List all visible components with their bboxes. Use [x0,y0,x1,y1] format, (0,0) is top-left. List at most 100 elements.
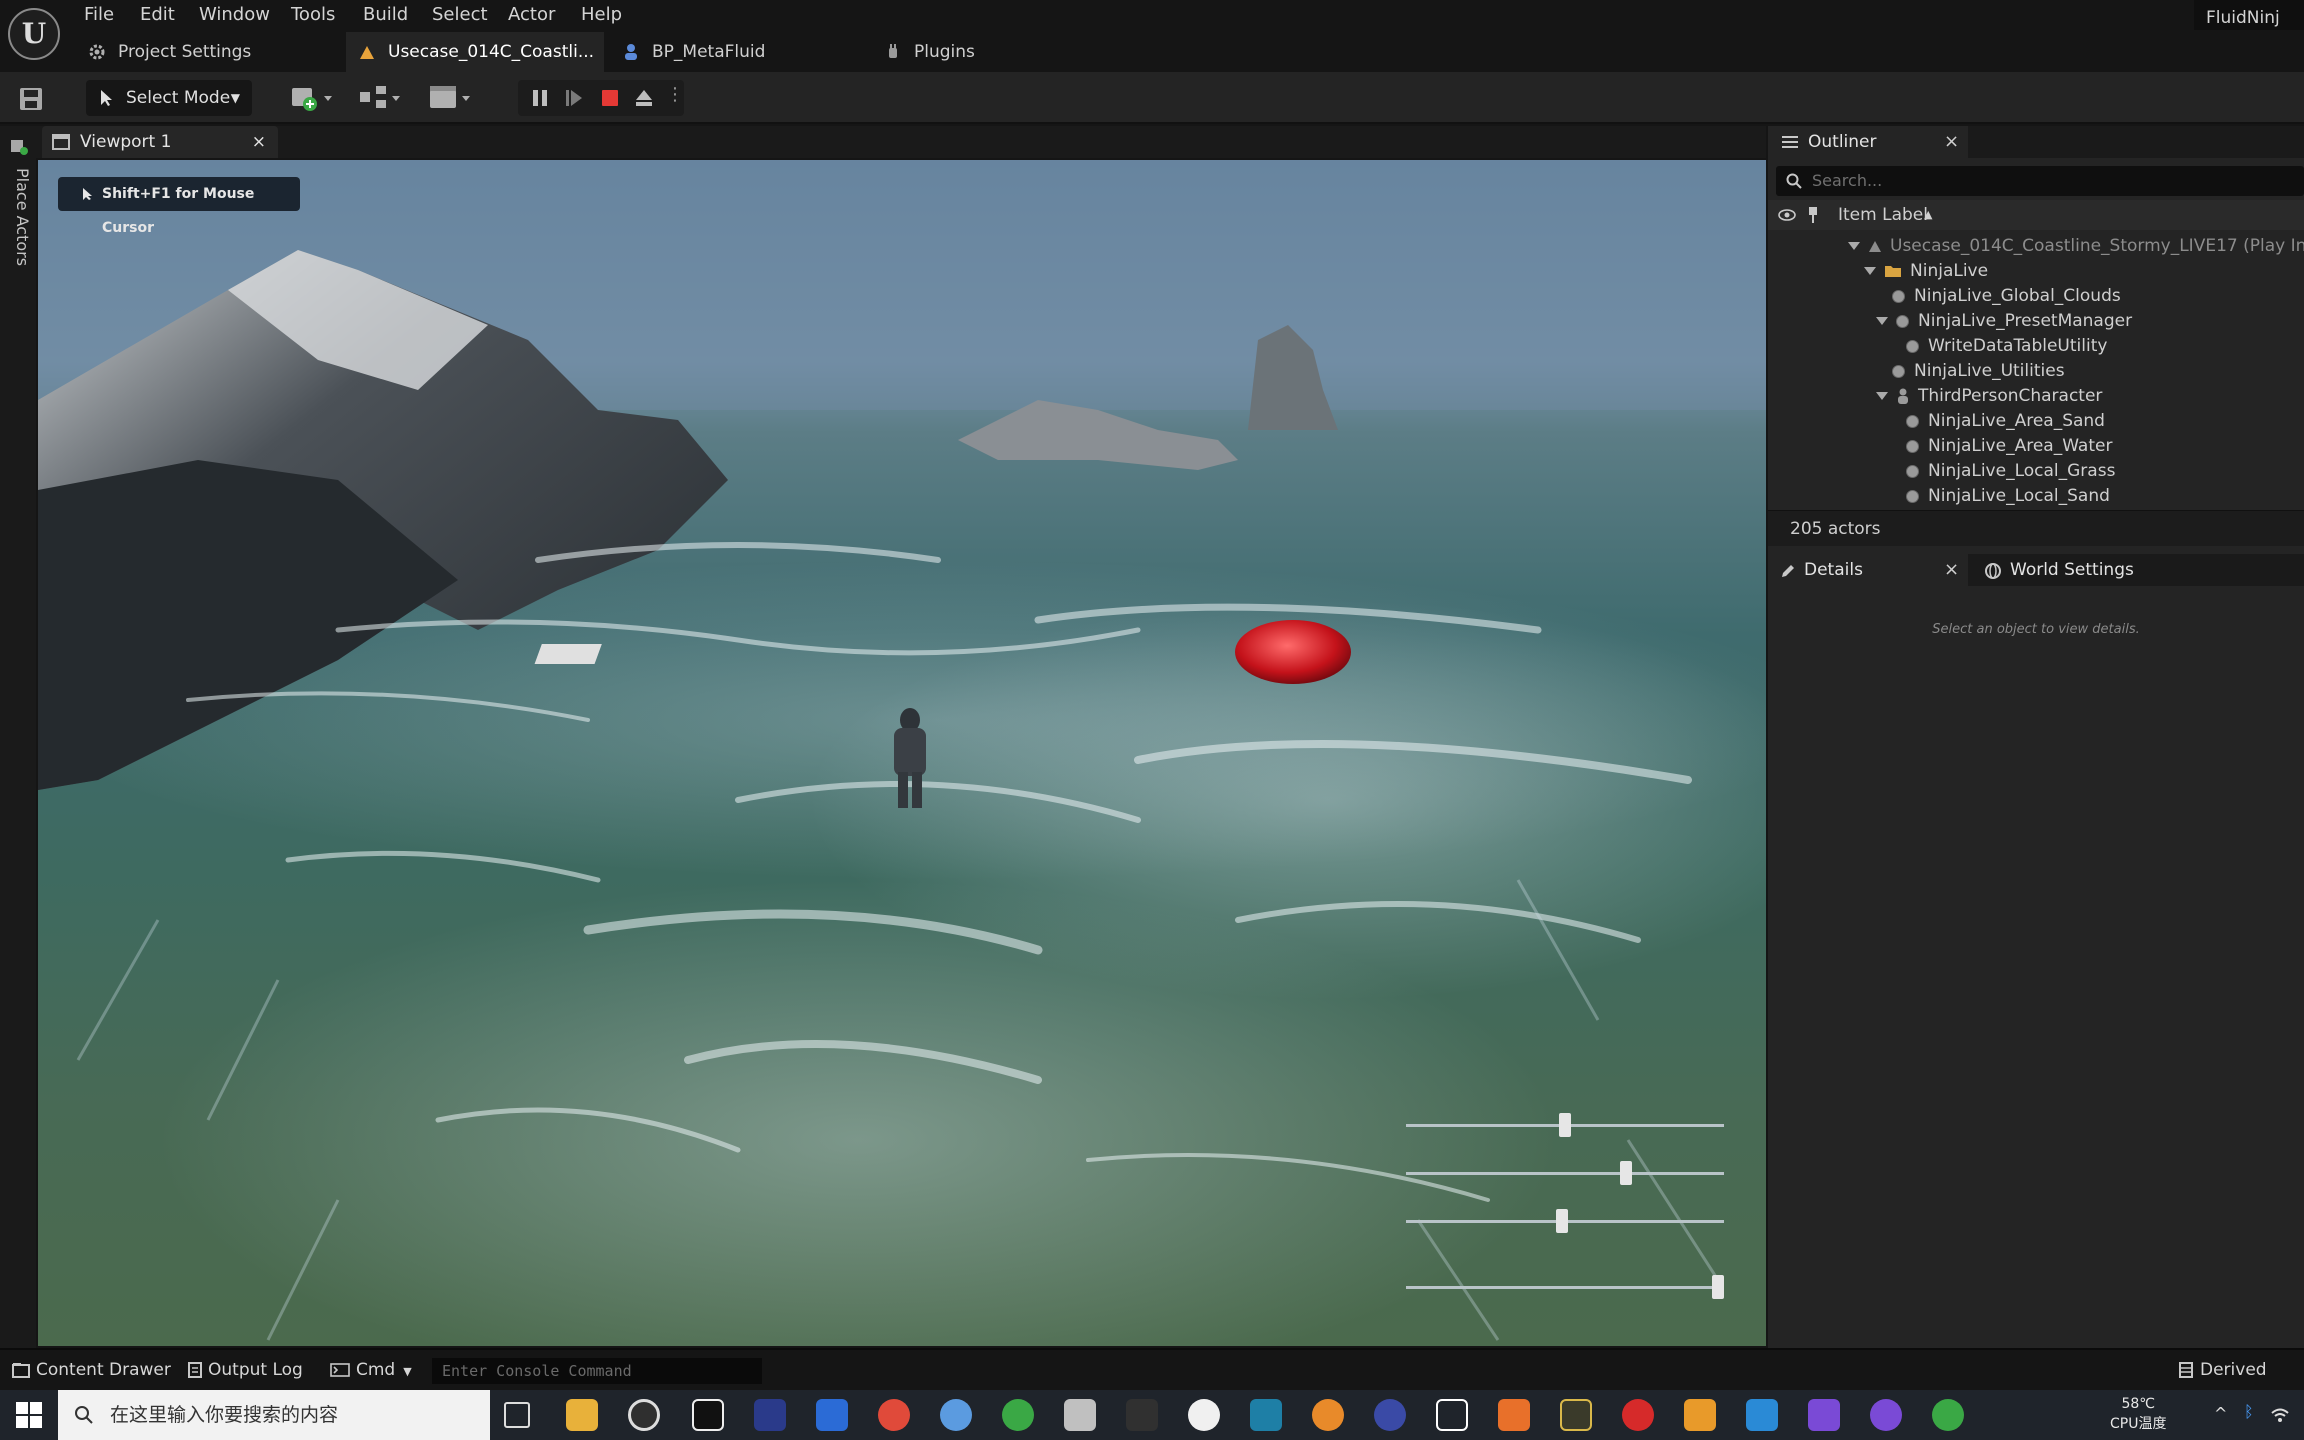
derived-data-button[interactable]: Derived Data [2178,1350,2304,1420]
wechat-icon[interactable] [1002,1399,1034,1431]
tree-item-level[interactable]: Usecase_014C_Coastline_Stormy_LIVE17 (Pl… [1848,234,2304,259]
chevron-down-icon[interactable] [1876,317,1888,325]
app-icon[interactable] [940,1399,972,1431]
file-explorer-icon[interactable] [566,1399,598,1431]
outliner-search-input[interactable]: Search... [1776,166,2304,196]
vscode-icon[interactable] [1746,1399,1778,1431]
menu-build[interactable]: Build [363,4,408,25]
chrome-icon[interactable] [1932,1399,1964,1431]
pin-icon[interactable] [1806,206,1820,224]
plug-icon [889,44,897,58]
tree-item[interactable]: WriteDataTableUtility [1906,334,2107,359]
tree-item[interactable]: NinjaLive_Utilities [1892,359,2065,384]
menu-file[interactable]: File [84,4,114,25]
github-icon[interactable] [1870,1399,1902,1431]
daz-studio-icon[interactable] [1560,1399,1592,1431]
cinema4d-icon[interactable] [1374,1399,1406,1431]
tree-item[interactable]: NinjaLive_PresetManager [1876,309,2132,334]
mouse-cursor-hint[interactable]: Shift+F1 for Mouse Cursor [58,177,300,236]
menu-edit[interactable]: Edit [140,4,175,25]
select-mode-dropdown[interactable]: Select Mode ▼ [86,80,252,116]
unity-icon[interactable] [1064,1399,1096,1431]
app-icon[interactable] [1436,1399,1468,1431]
app-icon[interactable] [1684,1399,1716,1431]
cinematics-icon[interactable] [428,84,476,112]
tree-item[interactable]: NinjaLive_Global_Clouds [1892,284,2121,309]
substance-icon[interactable] [1622,1399,1654,1431]
tree-item[interactable]: ThirdPersonCharacter [1876,384,2102,409]
chrome-icon[interactable] [878,1399,910,1431]
stop-icon[interactable] [600,88,620,108]
place-actors-tab[interactable]: Place Actors [13,168,32,266]
bluetooth-icon[interactable]: ᛒ [2244,1402,2254,1421]
pause-icon[interactable] [530,88,550,108]
tab-world-settings[interactable]: World Settings [1980,554,2180,586]
menu-window[interactable]: Window [199,4,270,25]
outliner-column-header[interactable]: Item Label ▲ [1768,200,2304,230]
tab-project-settings[interactable]: Project Settings [88,32,338,72]
terminal-icon [330,1363,350,1377]
content-drawer-button[interactable]: Content Drawer [12,1350,171,1390]
close-icon[interactable]: × [252,126,266,158]
slider-thumb[interactable] [1559,1113,1571,1137]
slider-thumb[interactable] [1620,1161,1633,1185]
3dsmax-icon[interactable] [1250,1399,1282,1431]
powershell-icon[interactable] [816,1399,848,1431]
slider-thumb[interactable] [1555,1209,1568,1233]
task-view-icon[interactable] [504,1402,530,1428]
unreal-engine-icon[interactable] [1188,1399,1220,1431]
tab-viewport-1[interactable]: Viewport 1 × [42,126,278,158]
blender-icon[interactable] [1312,1399,1344,1431]
slider-4[interactable] [1406,1275,1724,1299]
tree-item-folder[interactable]: NinjaLive [1864,259,1988,284]
save-icon[interactable] [18,86,44,112]
cursor-icon [83,188,92,200]
screen-recorder-icon[interactable] [628,1399,660,1431]
tab-details[interactable]: Details [1768,554,1968,586]
chevron-down-icon[interactable] [1876,392,1888,400]
place-actors-icon[interactable] [9,136,29,156]
eject-icon[interactable] [634,88,654,108]
slider-3[interactable] [1406,1209,1724,1233]
close-icon[interactable]: × [1944,126,1959,158]
epic-games-icon[interactable] [1126,1399,1158,1431]
app-icon[interactable] [754,1399,786,1431]
capcut-icon[interactable] [692,1399,724,1431]
play-controls: ⋮ [518,80,684,116]
menu-actor[interactable]: Actor [508,4,555,25]
output-log-button[interactable]: Output Log [188,1350,303,1390]
add-actor-icon[interactable] [290,84,338,112]
tab-level[interactable]: Usecase_014C_Coastli... [346,32,604,72]
slider-thumb[interactable] [1712,1275,1724,1299]
wifi-icon[interactable] [2270,1406,2290,1424]
tab-bp-metafluid[interactable]: BP_MetaFluid [622,32,842,72]
unreal-logo[interactable]: U [8,8,60,60]
chevron-down-icon[interactable] [1848,242,1860,250]
menu-tools[interactable]: Tools [291,4,335,25]
tab-plugins[interactable]: Plugins [884,32,1064,72]
tree-item[interactable]: NinjaLive_Local_Sand [1906,484,2110,509]
chevron-up-icon[interactable]: ^ [2214,1404,2227,1423]
houdini-icon[interactable] [1498,1399,1530,1431]
tree-item[interactable]: NinjaLive_Local_Grass [1906,459,2115,484]
menu-select[interactable]: Select [432,4,488,25]
blueprint-menu-icon[interactable] [358,84,406,112]
console-command-input[interactable]: Enter Console Command [432,1358,762,1384]
tree-item[interactable]: NinjaLive_Area_Water [1906,434,2112,459]
level-viewport[interactable]: Shift+F1 for Mouse Cursor [38,160,1766,1346]
taskbar-search-input[interactable]: 在这里输入你要搜索的内容 [58,1390,490,1440]
cmd-dropdown[interactable]: Cmd ▼ [330,1350,412,1390]
tab-outliner[interactable]: Outliner [1768,126,1968,158]
step-icon[interactable] [564,88,584,108]
chevron-down-icon[interactable] [1864,267,1876,275]
menu-help[interactable]: Help [581,4,622,25]
slider-2[interactable] [1406,1161,1724,1185]
close-icon[interactable]: × [1944,554,1959,586]
tree-item[interactable]: NinjaLive_Area_Sand [1906,409,2105,434]
actor-icon [1906,439,1919,453]
slider-1[interactable] [1406,1113,1724,1137]
eye-icon[interactable] [1778,208,1796,222]
windows-start-icon[interactable] [14,1400,44,1430]
visual-studio-icon[interactable] [1808,1399,1840,1431]
more-options-icon[interactable]: ⋮ [666,84,684,105]
